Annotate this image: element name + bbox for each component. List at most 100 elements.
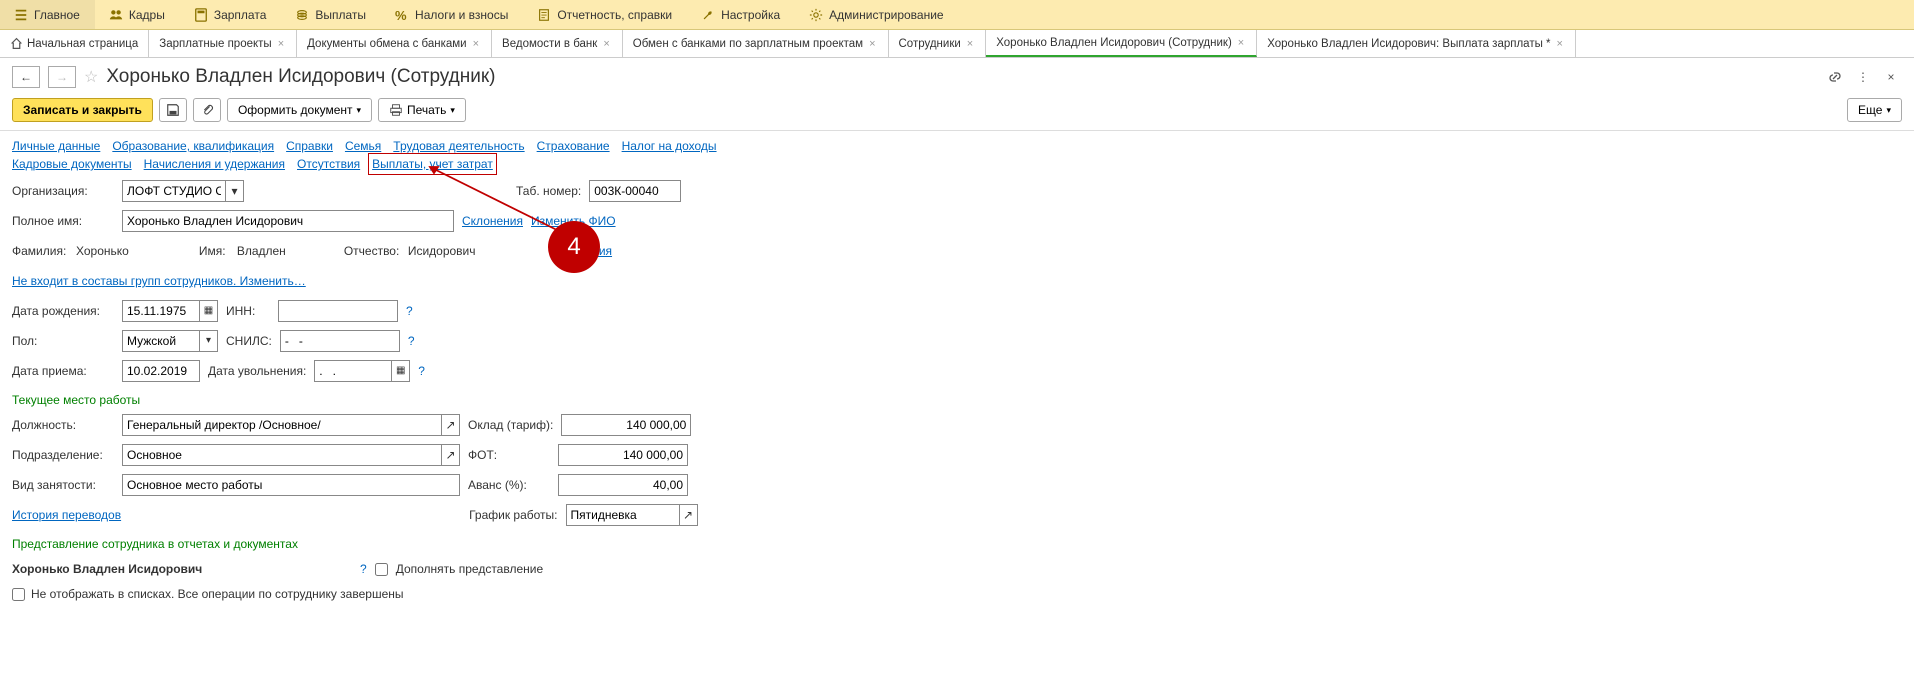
link-education[interactable]: Образование, квалификация <box>112 139 274 153</box>
calc-icon <box>194 8 208 22</box>
schedule-input[interactable] <box>566 504 680 526</box>
calendar-icon[interactable]: ▦ <box>200 300 218 322</box>
term-input[interactable] <box>314 360 392 382</box>
dept-label: Подразделение: <box>12 448 114 462</box>
link-insurance[interactable]: Страхование <box>537 139 610 153</box>
emptype-label: Вид занятости: <box>12 478 114 492</box>
print-button[interactable]: Печать▾ <box>378 98 466 122</box>
more-button[interactable]: Еще▾ <box>1847 98 1902 122</box>
position-input[interactable] <box>122 414 442 436</box>
groups-link[interactable]: Не входит в составы групп сотрудников. И… <box>12 274 306 288</box>
advance-input[interactable] <box>558 474 688 496</box>
surname-value: Хоронько <box>76 244 129 258</box>
tab-projects[interactable]: Зарплатные проекты × <box>149 30 297 57</box>
tab-employees[interactable]: Сотрудники× <box>889 30 987 57</box>
create-doc-button[interactable]: Оформить документ▾ <box>227 98 372 122</box>
close-icon[interactable]: × <box>1555 38 1565 50</box>
favorite-icon[interactable]: ☆ <box>84 67 98 87</box>
link-accruals[interactable]: Начисления и удержания <box>144 157 285 171</box>
tab-vedomosti[interactable]: Ведомости в банк× <box>492 30 623 57</box>
link-tax[interactable]: Налог на доходы <box>622 139 717 153</box>
open-icon[interactable]: ↗ <box>442 444 460 466</box>
help-icon[interactable]: ? <box>406 304 413 318</box>
back-button[interactable]: ← <box>12 66 40 88</box>
org-label: Организация: <box>12 184 114 198</box>
inn-input[interactable] <box>278 300 398 322</box>
menu-nastroyka[interactable]: Настройка <box>687 0 795 29</box>
calendar-icon[interactable]: ▦ <box>392 360 410 382</box>
link-icon[interactable] <box>1824 66 1846 88</box>
link-certs[interactable]: Справки <box>286 139 333 153</box>
salary-input[interactable] <box>561 414 691 436</box>
repr-ext-label: Дополнять представление <box>396 562 543 576</box>
close-icon[interactable]: × <box>601 38 611 50</box>
save-button[interactable] <box>159 98 187 122</box>
close-icon[interactable]: × <box>1236 37 1246 49</box>
forward-button[interactable]: → <box>48 66 76 88</box>
close-icon[interactable]: × <box>965 38 975 50</box>
link-family[interactable]: Семья <box>345 139 381 153</box>
tab-docs[interactable]: Документы обмена с банками× <box>297 30 492 57</box>
nav-links-2: Кадровые документы Начисления и удержани… <box>0 155 1914 173</box>
fullname-input[interactable] <box>122 210 454 232</box>
button-label: Оформить документ <box>238 103 353 117</box>
open-icon[interactable]: ↗ <box>442 414 460 436</box>
tab-label: Зарплатные проекты <box>159 38 271 50</box>
button-label: Еще <box>1858 103 1882 117</box>
kebab-icon[interactable]: ⋮ <box>1852 66 1874 88</box>
attach-button[interactable] <box>193 98 221 122</box>
help-icon[interactable]: ? <box>418 364 425 378</box>
close-window-icon[interactable]: × <box>1880 66 1902 88</box>
gender-select[interactable] <box>122 330 200 352</box>
link-personal[interactable]: Личные данные <box>12 139 100 153</box>
callout-number: 4 <box>567 233 580 261</box>
transfers-link[interactable]: История переводов <box>12 508 121 522</box>
home-icon <box>10 37 23 50</box>
snils-input[interactable] <box>280 330 400 352</box>
page-title: Хоронько Владлен Исидорович (Сотрудник) <box>106 66 495 88</box>
hire-input[interactable] <box>122 360 200 382</box>
select-icon[interactable]: ▾ <box>226 180 244 202</box>
dob-label: Дата рождения: <box>12 304 114 318</box>
inn-label: ИНН: <box>226 304 270 318</box>
close-icon[interactable]: × <box>276 38 286 50</box>
chevron-down-icon[interactable]: ▾ <box>200 330 218 352</box>
link-work[interactable]: Трудовая деятельность <box>393 139 524 153</box>
tab-employee-card[interactable]: Хоронько Владлен Исидорович (Сотрудник)× <box>986 30 1257 57</box>
tab-label: Хоронько Владлен Исидорович: Выплата зар… <box>1267 38 1550 50</box>
page-header: ← → ☆ Хоронько Владлен Исидорович (Сотру… <box>0 58 1914 94</box>
fot-input[interactable] <box>558 444 688 466</box>
open-icon[interactable]: ↗ <box>680 504 698 526</box>
org-input[interactable] <box>122 180 226 202</box>
repr-ext-checkbox[interactable] <box>375 563 388 576</box>
menu-label: Отчетность, справки <box>557 8 672 22</box>
save-close-button[interactable]: Записать и закрыть <box>12 98 153 122</box>
link-absences[interactable]: Отсутствия <box>297 157 360 171</box>
menu-vyplaty[interactable]: Выплаты <box>281 0 381 29</box>
menu-kadry[interactable]: Кадры <box>95 0 180 29</box>
toolbar: Записать и закрыть Оформить документ▾ Пе… <box>0 94 1914 131</box>
emptype-input[interactable] <box>122 474 460 496</box>
nav-links-1: Личные данные Образование, квалификация … <box>0 131 1914 155</box>
save-icon <box>166 103 180 117</box>
tab-exchange[interactable]: Обмен с банками по зарплатным проектам× <box>623 30 889 57</box>
hide-checkbox[interactable] <box>12 588 25 601</box>
close-icon[interactable]: × <box>471 38 481 50</box>
menu-otchetnost[interactable]: Отчетность, справки <box>523 0 687 29</box>
tab-home[interactable]: Начальная страница <box>0 30 149 57</box>
name-value: Владлен <box>237 244 286 258</box>
menu-zarplata[interactable]: Зарплата <box>180 0 282 29</box>
callout-badge: 4 <box>548 221 600 273</box>
close-icon[interactable]: × <box>867 38 877 50</box>
dob-input[interactable] <box>122 300 200 322</box>
fot-label: ФОТ: <box>468 448 550 462</box>
help-icon[interactable]: ? <box>408 334 415 348</box>
help-icon[interactable]: ? <box>360 562 367 576</box>
dept-input[interactable] <box>122 444 442 466</box>
tab-payment[interactable]: Хоронько Владлен Исидорович: Выплата зар… <box>1257 30 1576 57</box>
menu-nalogi[interactable]: % Налоги и взносы <box>381 0 523 29</box>
link-hr-docs[interactable]: Кадровые документы <box>12 157 132 171</box>
menu-main[interactable]: Главное <box>0 0 95 29</box>
report-icon <box>537 8 551 22</box>
menu-admin[interactable]: Администрирование <box>795 0 958 29</box>
